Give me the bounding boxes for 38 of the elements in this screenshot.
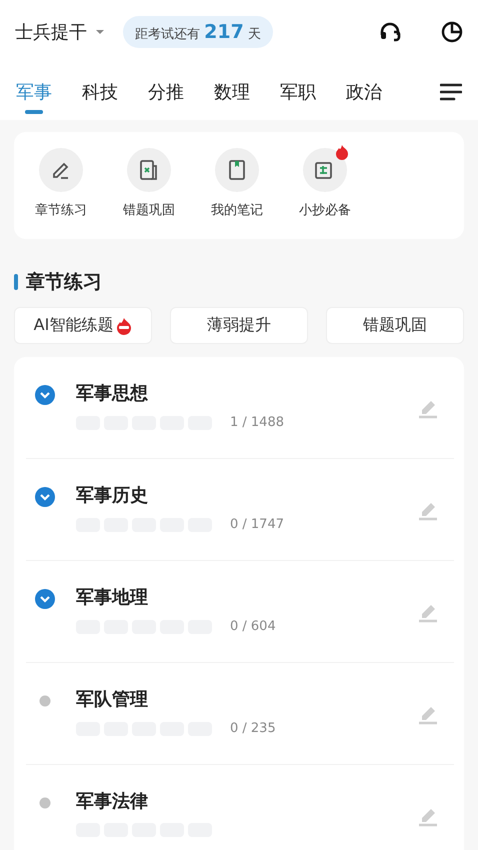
headset-icon[interactable] [378, 20, 402, 44]
pie-chart-icon[interactable] [440, 20, 464, 44]
category-tab[interactable]: 军事 [16, 70, 52, 114]
chapter-title[interactable]: 军事法律 [76, 789, 148, 813]
shortcut-button[interactable] [303, 148, 347, 192]
category-tab[interactable]: 数理 [214, 70, 250, 114]
dot-icon [39, 797, 51, 809]
chapter-title[interactable]: 军事思想 [76, 381, 148, 405]
category-tab[interactable]: 政治 [346, 70, 382, 114]
menu-icon[interactable] [440, 83, 462, 101]
caret-icon [95, 29, 105, 35]
expand-icon[interactable] [34, 486, 56, 508]
category-tab[interactable]: 军职 [280, 70, 316, 114]
progress-count: 0 / 604 [230, 619, 276, 634]
shortcut-label: 我的笔记 [211, 202, 263, 219]
chapter-title[interactable]: 军事历史 [76, 483, 148, 507]
practice-button[interactable]: 错题巩固 [326, 307, 464, 344]
shortcut-button[interactable] [39, 148, 83, 192]
category-tab[interactable]: 科技 [82, 70, 118, 114]
progress-count: 0 / 1747 [230, 517, 284, 532]
shortcut-button[interactable] [215, 148, 259, 192]
shortcut-label: 章节练习 [35, 202, 87, 219]
exam-type-dropdown[interactable]: 士兵提干 [15, 20, 105, 44]
progress-count: 0 / 235 [230, 721, 276, 736]
chapter-title[interactable]: 军事地理 [76, 585, 148, 609]
progress-count: 1 / 1488 [230, 415, 284, 430]
expand-icon[interactable] [34, 588, 56, 610]
shortcut-label: 错题巩固 [123, 202, 175, 219]
shortcut-label: 小抄必备 [299, 202, 351, 219]
dot-icon [39, 695, 51, 707]
practice-button[interactable]: 薄弱提升 [170, 307, 308, 344]
practice-button[interactable]: AI智能练题 [14, 307, 152, 344]
chapter-title[interactable]: 军队管理 [76, 687, 148, 711]
section-title: 章节练习 [26, 270, 102, 295]
exam-countdown-badge: 距考试还有 217 天 [123, 16, 273, 48]
expand-icon[interactable] [34, 384, 56, 406]
shortcut-button[interactable] [127, 148, 171, 192]
category-tab[interactable]: 分推 [148, 70, 184, 114]
